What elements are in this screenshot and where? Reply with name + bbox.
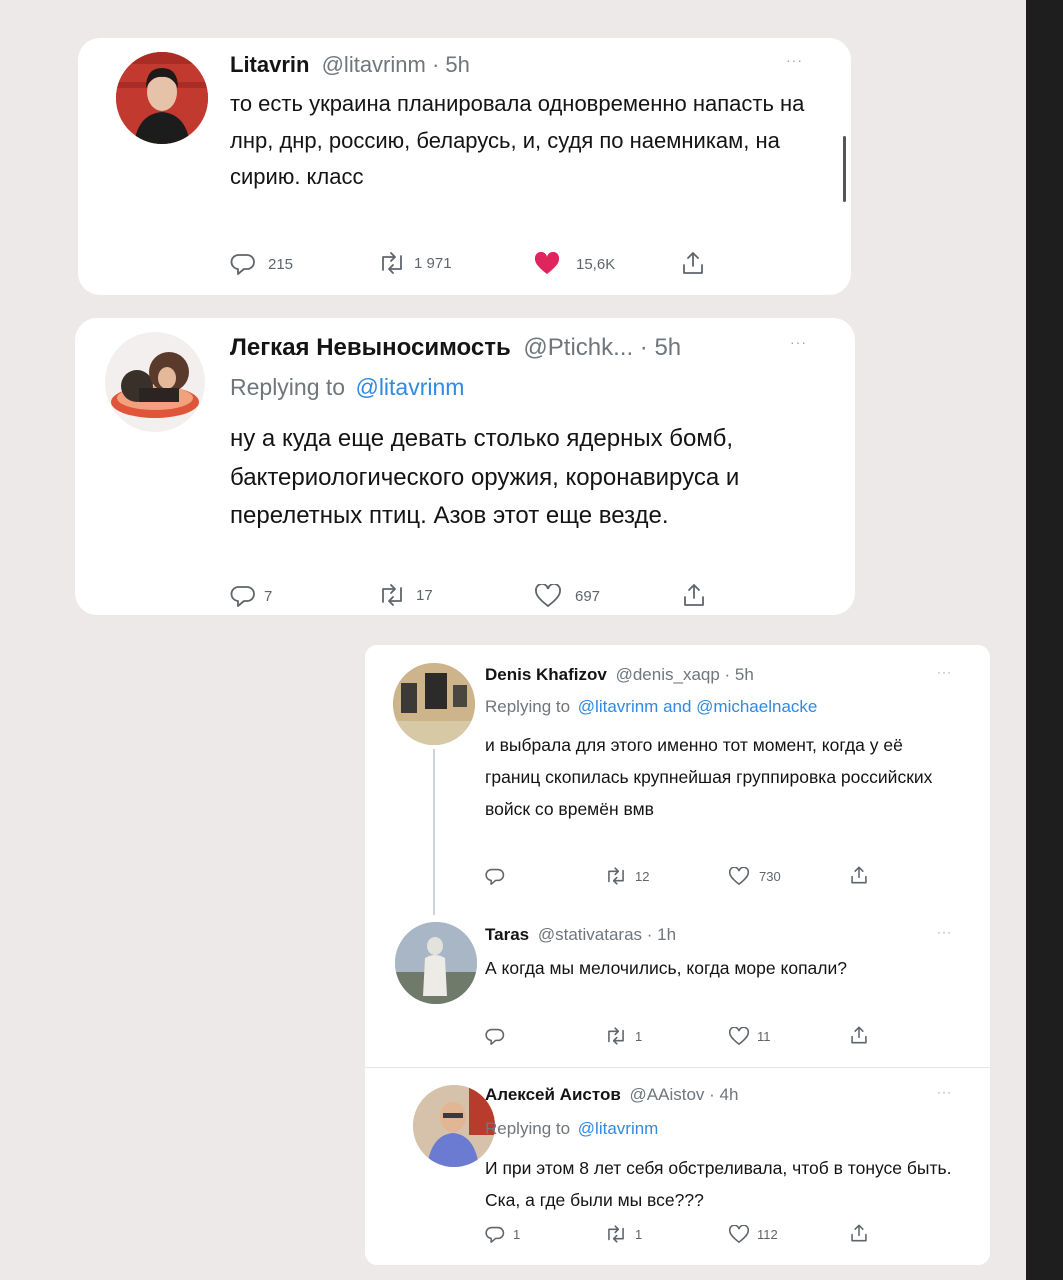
- like-count: 112: [757, 1227, 778, 1242]
- retweet-count: 1: [635, 1226, 643, 1242]
- author-name[interactable]: Taras: [485, 925, 529, 944]
- replying-to-link[interactable]: @litavrinm and @michaelnacke: [578, 697, 818, 716]
- share-icon: [851, 1224, 867, 1242]
- scrollbar[interactable]: [843, 136, 846, 202]
- share-button[interactable]: [680, 250, 706, 276]
- like-count: 15,6K: [576, 255, 616, 273]
- retweet-button[interactable]: 12: [605, 867, 649, 885]
- reply-icon: [485, 1028, 505, 1045]
- retweet-button[interactable]: 1: [605, 1027, 642, 1045]
- retweet-count: 1 971: [414, 254, 452, 272]
- avatar-aleksey[interactable]: [413, 1085, 495, 1167]
- author-handle-time[interactable]: @Ptichk... · 5h: [523, 334, 681, 361]
- heart-icon: [729, 867, 749, 886]
- share-icon: [851, 1026, 867, 1044]
- share-button[interactable]: [681, 582, 707, 608]
- reply-icon: [485, 1226, 505, 1243]
- retweet-icon: [608, 1225, 624, 1243]
- retweet-button[interactable]: 1: [605, 1225, 642, 1243]
- more-options-icon[interactable]: ···: [790, 334, 807, 350]
- reply-count: 1: [513, 1227, 521, 1242]
- retweet-count: 1: [635, 1028, 643, 1044]
- share-icon: [683, 252, 703, 274]
- retweet-button[interactable]: 1 971: [378, 252, 452, 274]
- like-count: 730: [759, 869, 781, 884]
- reply-button[interactable]: 215: [230, 252, 293, 276]
- retweet-icon: [608, 867, 624, 885]
- heart-icon: [535, 584, 561, 608]
- like-button[interactable]: 697: [535, 584, 600, 608]
- heart-filled-icon: [534, 252, 560, 274]
- author-name[interactable]: Litavrin: [230, 52, 309, 77]
- tweet-text: и выбрала для этого именно тот момент, к…: [485, 735, 933, 819]
- tweet-card-litavrin[interactable]: Litavrin @litavrinm · 5h ··· то есть укр…: [78, 38, 851, 295]
- replying-to-link[interactable]: @litavrinm: [578, 1119, 659, 1138]
- like-button[interactable]: 730: [729, 867, 781, 886]
- share-button[interactable]: [849, 1223, 869, 1243]
- author-handle-time[interactable]: @AAistov · 4h: [630, 1085, 739, 1104]
- share-button[interactable]: [849, 865, 869, 885]
- replying-to-label: Replying to: [485, 697, 571, 716]
- heart-icon: [729, 1027, 749, 1046]
- reply-button[interactable]: [485, 867, 511, 886]
- share-icon: [684, 584, 704, 606]
- tweet-card-legkaya[interactable]: Легкая Невыносимость @Ptichk... · 5h ···…: [75, 318, 855, 615]
- author-name[interactable]: Легкая Невыносимость: [230, 334, 511, 361]
- tweet-divider: [365, 1067, 990, 1068]
- tweet-text: И при этом 8 лет себя обстреливала, чтоб…: [485, 1158, 952, 1210]
- share-button[interactable]: [849, 1025, 869, 1045]
- dark-side-strip: [1026, 0, 1063, 1280]
- author-handle-time[interactable]: @litavrinm · 5h: [322, 52, 470, 77]
- more-options-icon[interactable]: ···: [786, 52, 803, 68]
- retweet-icon: [382, 584, 402, 606]
- reply-icon: [485, 868, 505, 885]
- reply-button[interactable]: 7: [230, 584, 272, 608]
- replying-to-label: Replying to: [485, 1119, 571, 1138]
- tweet-text: А когда мы мелочились, когда море копали…: [485, 958, 847, 978]
- avatar-denis[interactable]: [393, 663, 475, 745]
- retweet-icon: [608, 1027, 624, 1045]
- more-options-icon[interactable]: ···: [937, 665, 952, 679]
- more-options-icon[interactable]: ···: [937, 1085, 952, 1099]
- like-button[interactable]: 112: [729, 1225, 778, 1244]
- heart-icon: [729, 1225, 749, 1244]
- more-options-icon[interactable]: ···: [937, 925, 952, 939]
- reply-icon: [230, 254, 255, 275]
- avatar-legkaya[interactable]: [105, 332, 205, 432]
- retweet-count: 12: [635, 868, 650, 884]
- avatar-taras[interactable]: [395, 922, 477, 1004]
- reply-count: 7: [264, 587, 273, 605]
- like-button[interactable]: 11: [729, 1027, 771, 1046]
- like-count: 11: [757, 1029, 771, 1044]
- author-name[interactable]: Denis Khafizov: [485, 665, 607, 684]
- reply-icon: [230, 586, 255, 607]
- like-count: 697: [575, 587, 601, 605]
- reply-button[interactable]: 1: [485, 1225, 520, 1244]
- replying-to-label: Replying to: [230, 374, 346, 400]
- retweet-button[interactable]: 17: [378, 584, 433, 606]
- reply-button[interactable]: [485, 1027, 511, 1046]
- author-handle-time[interactable]: @denis_xaqp · 5h: [616, 665, 754, 684]
- like-button[interactable]: 15,6K: [534, 252, 615, 276]
- retweet-icon: [382, 252, 402, 274]
- share-icon: [851, 866, 867, 884]
- reply-count: 215: [268, 255, 294, 273]
- tweet-text: ну а куда еще девать столько ядерных бом…: [230, 425, 740, 529]
- avatar-litavrin[interactable]: [116, 52, 208, 144]
- retweet-count: 17: [416, 586, 433, 604]
- thread-line: [433, 749, 435, 915]
- tweet-text: то есть украина планировала одновременно…: [230, 91, 805, 189]
- replying-to-link[interactable]: @litavrinm: [355, 374, 464, 400]
- reply-thread-card: Denis Khafizov @denis_xaqp · 5h ··· Repl…: [365, 645, 990, 1265]
- author-handle-time[interactable]: @stativataras · 1h: [538, 925, 676, 944]
- author-name[interactable]: Алексей Аистов: [485, 1085, 621, 1104]
